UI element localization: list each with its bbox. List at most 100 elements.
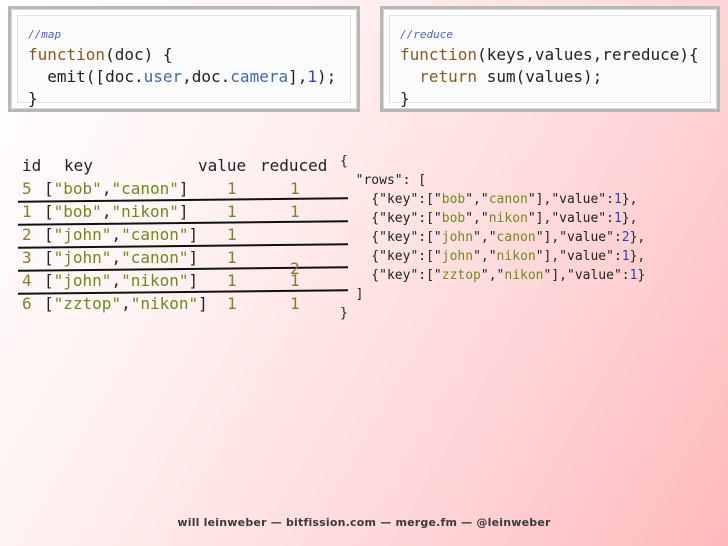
json-result: { "rows": [ {"key":["bob","canon"],"valu…	[340, 152, 645, 323]
json-row: {"key":["zztop","nikon"],"value":1}	[340, 266, 645, 285]
reduce-indent	[400, 67, 419, 86]
map-line-2: emit([doc.user,doc.camera],1);	[28, 67, 336, 86]
key-bracket: [	[44, 225, 54, 244]
header-value: value	[198, 156, 247, 175]
row-value: 1	[227, 179, 237, 198]
map-function-keyword: function	[28, 45, 106, 64]
json-text: "],"value":	[527, 211, 614, 226]
reduce-line-3: }	[400, 89, 410, 108]
row-value: 1	[227, 294, 237, 313]
json-text: "],"value":	[543, 268, 630, 283]
key-camera: "nikon"	[111, 202, 179, 221]
json-row: {"key":["bob","nikon"],"value":1},	[340, 209, 645, 228]
map-array-close: ],	[288, 67, 308, 86]
table-row: 6 ["zztop","nikon"] 1 1	[17, 289, 349, 315]
json-camera: canon	[488, 192, 528, 207]
json-text: ","	[473, 230, 497, 245]
key-bracket: ]	[188, 225, 199, 244]
json-text: {"key":["	[340, 192, 442, 207]
key-comma: ,	[101, 179, 112, 198]
table-row: 1 ["bob","nikon"] 1 1	[17, 197, 349, 223]
json-row: {"key":["john","nikon"],"value":1},	[340, 247, 645, 266]
json-camera: canon	[496, 230, 536, 245]
map-emit-end: );	[317, 67, 337, 86]
json-text: ","	[465, 211, 489, 226]
reduce-comment: //reduce	[400, 28, 453, 41]
json-text: ","	[465, 192, 489, 207]
json-user: bob	[441, 192, 466, 207]
row-key: ["john","nikon"]	[44, 269, 198, 292]
reduce-code: //reduce function(keys,values,rereduce){ …	[400, 28, 699, 110]
row-id: 2	[22, 225, 32, 244]
table-header-row: id key value reduced	[22, 154, 342, 177]
json-text: }	[637, 268, 646, 283]
json-camera: nikon	[504, 268, 544, 283]
map-camera-field: camera	[230, 67, 289, 86]
json-value: 2	[621, 230, 630, 245]
reduce-line-1: function(keys,values,rereduce){	[400, 45, 699, 64]
emitted-rows-table: id key value reduced 5 ["bob","canon"] 1 1 1…	[17, 154, 349, 315]
row-key: ["john","canon"]	[44, 223, 198, 246]
json-user: john	[441, 249, 474, 264]
table-row: 5 ["bob","canon"] 1 1	[22, 177, 342, 200]
json-text: "],"value":	[535, 249, 622, 264]
json-camera: nikon	[488, 211, 528, 226]
key-user: "john"	[53, 271, 112, 290]
map-code: //map function(doc) { emit([doc.user,doc.…	[28, 28, 336, 110]
row-id: 1	[22, 202, 32, 221]
json-value: 1	[613, 192, 622, 207]
json-text: },	[629, 249, 646, 264]
key-user: "bob"	[53, 202, 102, 221]
map-comment: //map	[28, 28, 62, 41]
row-id: 6	[22, 294, 32, 313]
json-user: bob	[441, 211, 466, 226]
json-camera: nikon	[496, 249, 536, 264]
key-user: "john"	[53, 225, 112, 244]
header-reduced: reduced	[260, 156, 328, 175]
key-bracket: [	[44, 202, 54, 221]
json-rows-close: ]	[340, 287, 364, 302]
key-bracket: [	[44, 248, 54, 267]
row-value: 1	[227, 248, 237, 267]
key-comma: ,	[121, 294, 131, 313]
reduce-sum-call: sum(values);	[477, 67, 603, 86]
map-line-3: }	[28, 89, 38, 108]
json-user: john	[441, 230, 474, 245]
key-bracket: ]	[188, 271, 199, 290]
map-code-inner: //map function(doc) { emit([doc.user,doc.…	[17, 15, 351, 108]
key-comma: ,	[101, 202, 112, 221]
key-camera: "nikon"	[130, 294, 199, 313]
json-user: zztop	[441, 268, 481, 283]
key-camera: "canon"	[111, 179, 179, 198]
json-row: {"key":["john","canon"],"value":2},	[340, 228, 645, 247]
json-text: {"key":["	[340, 211, 442, 226]
key-user: "john"	[53, 248, 112, 267]
json-text: ","	[473, 249, 497, 264]
row-value: 1	[227, 271, 237, 290]
row-value: 1	[227, 225, 237, 244]
key-bracket: ]	[178, 179, 189, 198]
json-text: },	[621, 192, 638, 207]
header-key: key	[64, 156, 93, 175]
key-bracket: ]	[178, 202, 189, 221]
json-close-brace: }	[340, 306, 348, 321]
key-bracket: [	[44, 271, 54, 290]
footer-credits: will leinweber — bitfission.com — merge.…	[177, 516, 551, 529]
json-text: {"key":["	[340, 249, 442, 264]
row-id: 5	[22, 179, 32, 198]
json-value: 1	[613, 211, 622, 226]
row-value: 1	[227, 202, 237, 221]
map-emit-start: emit([doc.	[28, 67, 144, 86]
row-reduced: 1	[290, 202, 300, 221]
row-reduced: 1	[290, 294, 300, 313]
map-line-1: function(doc) {	[28, 45, 173, 64]
row-key: ["bob","canon"]	[44, 177, 189, 200]
key-camera: "canon"	[121, 248, 189, 267]
merged-reduced: 2	[290, 259, 300, 278]
row-id: 3	[22, 248, 32, 267]
key-comma: ,	[111, 248, 122, 267]
map-signature: (doc) {	[105, 45, 173, 64]
table-body: 5 ["bob","canon"] 1 1 1 ["bob","nikon"] 1 1 2 ["j…	[17, 177, 349, 315]
reduce-signature: (keys,values,rereduce){	[477, 45, 699, 64]
key-camera: "nikon"	[121, 271, 189, 290]
